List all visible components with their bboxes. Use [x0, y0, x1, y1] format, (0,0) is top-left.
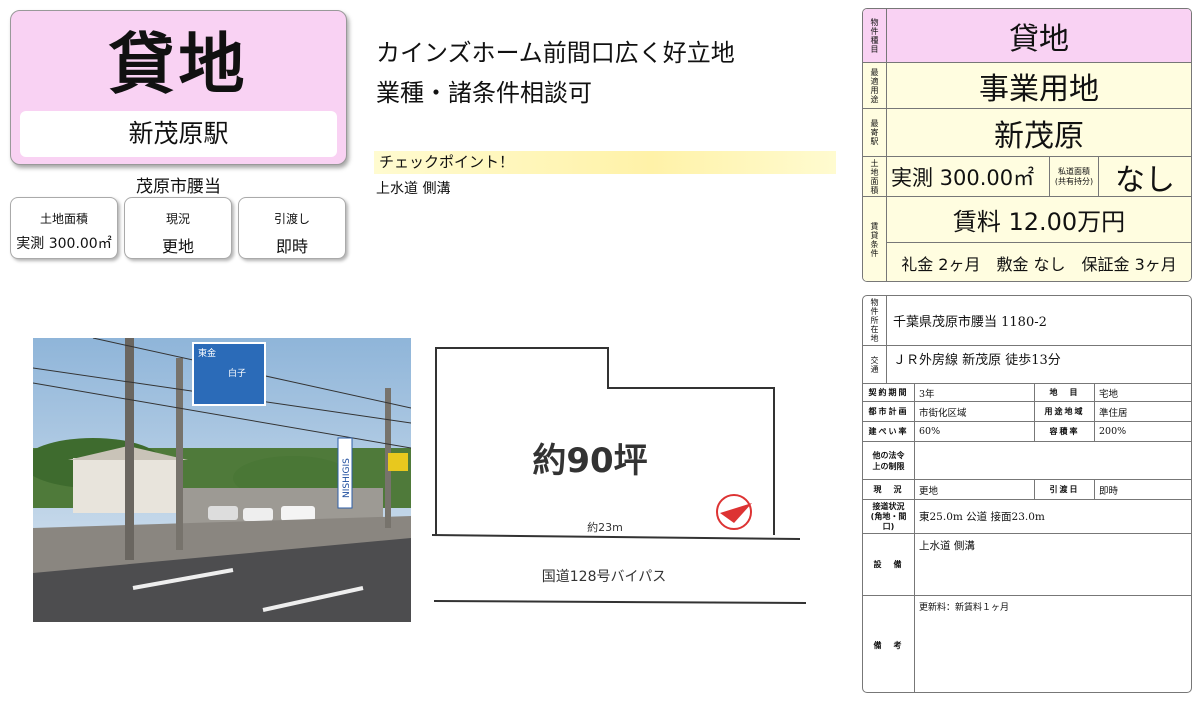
detail-contract-label: 契約期間 [863, 384, 915, 401]
summary-status-label: 現況 [165, 212, 190, 226]
catch-line-1: カインズホーム前間口広く好立地 [376, 39, 735, 67]
detail-bcr-label: 建ぺい率 [863, 422, 915, 441]
summary-status-value: 更地 [161, 237, 194, 256]
detail-row-bcr: 建ぺい率 60% 容積率 200% [863, 422, 1191, 442]
detail-road: 東25.0m 公道 接面23.0m [919, 511, 1045, 523]
spec-use: 事業用地 [979, 71, 1099, 107]
detail-status-label: 現 況 [863, 480, 915, 499]
spec-rent-row: 賃貸条件 賃料 12.00万円 礼金 2ヶ月 敷金 なし 保証金 3ヶ月 [863, 197, 1191, 281]
site-photo: 東金 白子 NISHIGIS [33, 338, 411, 622]
spec-deposits: 礼金 2ヶ月 敷金 なし 保証金 3ヶ月 [901, 255, 1177, 274]
summary-status: 現況 更地 [124, 197, 232, 259]
detail-traffic-label: 交通 [870, 355, 879, 374]
detail-far-label: 容積率 [1035, 422, 1095, 441]
summary-handover: 引渡し 即時 [238, 197, 346, 259]
detail-landcat-label: 地 目 [1035, 384, 1095, 401]
spec-private-road-label: 私道面積 (共有持分) [1049, 156, 1099, 197]
detail-road-label: 接道状況(角地・間口) [863, 500, 915, 533]
city-name: 茂原市腰当 [136, 177, 221, 197]
catch-copy: カインズホーム前間口広く好立地 業種・諸条件相談可 [376, 33, 735, 113]
spec-rent: 賃料 12.00万円 [887, 197, 1191, 243]
plan-frontage: 約23m [587, 520, 623, 534]
spec-private-road: なし [1115, 162, 1175, 198]
detail-cityplan-label: 都市計画 [863, 402, 915, 421]
detail-far: 200% [1099, 426, 1127, 437]
detail-row-status: 現 況 更地 引渡日 即時 [863, 480, 1191, 500]
detail-otherlaw-label: 他の法令上の制限 [863, 442, 915, 479]
spec-station-label: 最寄駅 [870, 119, 879, 146]
road-sign-right: 白子 [228, 367, 246, 379]
spec-station: 新茂原 [994, 118, 1084, 154]
detail-address-label: 物件所在地 [870, 298, 879, 343]
detail-row-road: 接道状況(角地・間口) 東25.0m 公道 接面23.0m [863, 500, 1191, 534]
detail-handover-label: 引渡日 [1035, 480, 1095, 499]
spec-use-row: 最適用途 事業用地 [863, 63, 1191, 109]
store-sign: NISHIGIS [342, 458, 352, 498]
detail-row-otherlaw: 他の法令上の制限 [863, 442, 1191, 480]
spec-rent-label: 賃貸条件 [870, 222, 879, 258]
detail-landcat: 宅地 [1099, 388, 1119, 400]
spec-type-row: 物件種目 貸地 [863, 9, 1191, 63]
spec-table: 物件種目 貸地 最適用途 事業用地 最寄駅 新茂原 土地面積 実測 300.00… [862, 8, 1192, 282]
detail-zoning-label: 用途地域 [1035, 402, 1095, 421]
detail-remarks: 更新料：新賃料１ヶ月 [919, 603, 1010, 613]
compass-icon [716, 494, 752, 530]
summary-area: 土地面積 実測 300.00㎡ [10, 197, 118, 259]
summary-handover-value: 即時 [275, 237, 308, 256]
detail-traffic-row: 交通 ＪＲ外房線 新茂原 徒歩13分 [863, 346, 1191, 384]
property-type-title: 貸地 [108, 26, 249, 103]
summary-area-label: 土地面積 [39, 212, 88, 226]
summary-handover-label: 引渡し [273, 212, 310, 226]
detail-remarks-label: 備 考 [863, 596, 915, 692]
road-sign-top: 東金 [198, 347, 216, 359]
header-card: 貸地 新茂原駅 [10, 10, 347, 165]
station-name: 新茂原駅 [20, 111, 337, 157]
detail-handover: 即時 [1099, 485, 1119, 497]
detail-bcr: 60% [915, 422, 1035, 441]
detail-facility: 上水道 側溝 [919, 540, 975, 552]
detail-status: 更地 [915, 480, 1035, 499]
checkpoint-title: チェックポイント！ [374, 151, 836, 174]
detail-address: 千葉県茂原市腰当 1180-2 [893, 315, 1047, 330]
checkpoint-value: 上水道 側溝 [376, 181, 451, 197]
summary-area-value: 実測 300.00㎡ [16, 236, 112, 252]
catch-line-2: 業種・諸条件相談可 [376, 79, 592, 107]
plan-area: 約90坪 [532, 441, 647, 481]
detail-facility-label: 設 備 [863, 534, 915, 595]
lot-plan: 約90坪 約23m 国道128号バイパス [430, 345, 810, 610]
detail-row-facility: 設 備 上水道 側溝 [863, 534, 1191, 596]
spec-area-row: 土地面積 実測 300.00㎡ 私道面積 (共有持分) なし [863, 156, 1191, 198]
detail-table: 物件所在地 千葉県茂原市腰当 1180-2 交通 ＪＲ外房線 新茂原 徒歩13分… [862, 295, 1192, 693]
spec-use-label: 最適用途 [870, 67, 879, 104]
detail-zoning: 準住居 [1099, 407, 1128, 419]
spec-type-label: 物件種目 [870, 17, 879, 54]
detail-row-cityplan: 都市計画 市街化区域 用途地域 準住居 [863, 402, 1191, 422]
spec-type: 貸地 [1009, 21, 1069, 57]
spec-area: 実測 300.00㎡ [891, 165, 1035, 190]
detail-contract: 3年 [915, 384, 1035, 401]
detail-row-contract: 契約期間 3年 地 目 宅地 [863, 384, 1191, 402]
plan-road: 国道128号バイパス [542, 569, 666, 585]
detail-otherlaw [915, 442, 919, 479]
detail-address-row: 物件所在地 千葉県茂原市腰当 1180-2 [863, 296, 1191, 346]
spec-area-label: 土地面積 [870, 158, 879, 195]
detail-cityplan: 市街化区域 [915, 402, 1035, 421]
detail-traffic: ＪＲ外房線 新茂原 徒歩13分 [893, 353, 1061, 368]
spec-station-row: 最寄駅 新茂原 [863, 109, 1191, 157]
detail-row-remarks: 備 考 更新料：新賃料１ヶ月 [863, 596, 1191, 692]
